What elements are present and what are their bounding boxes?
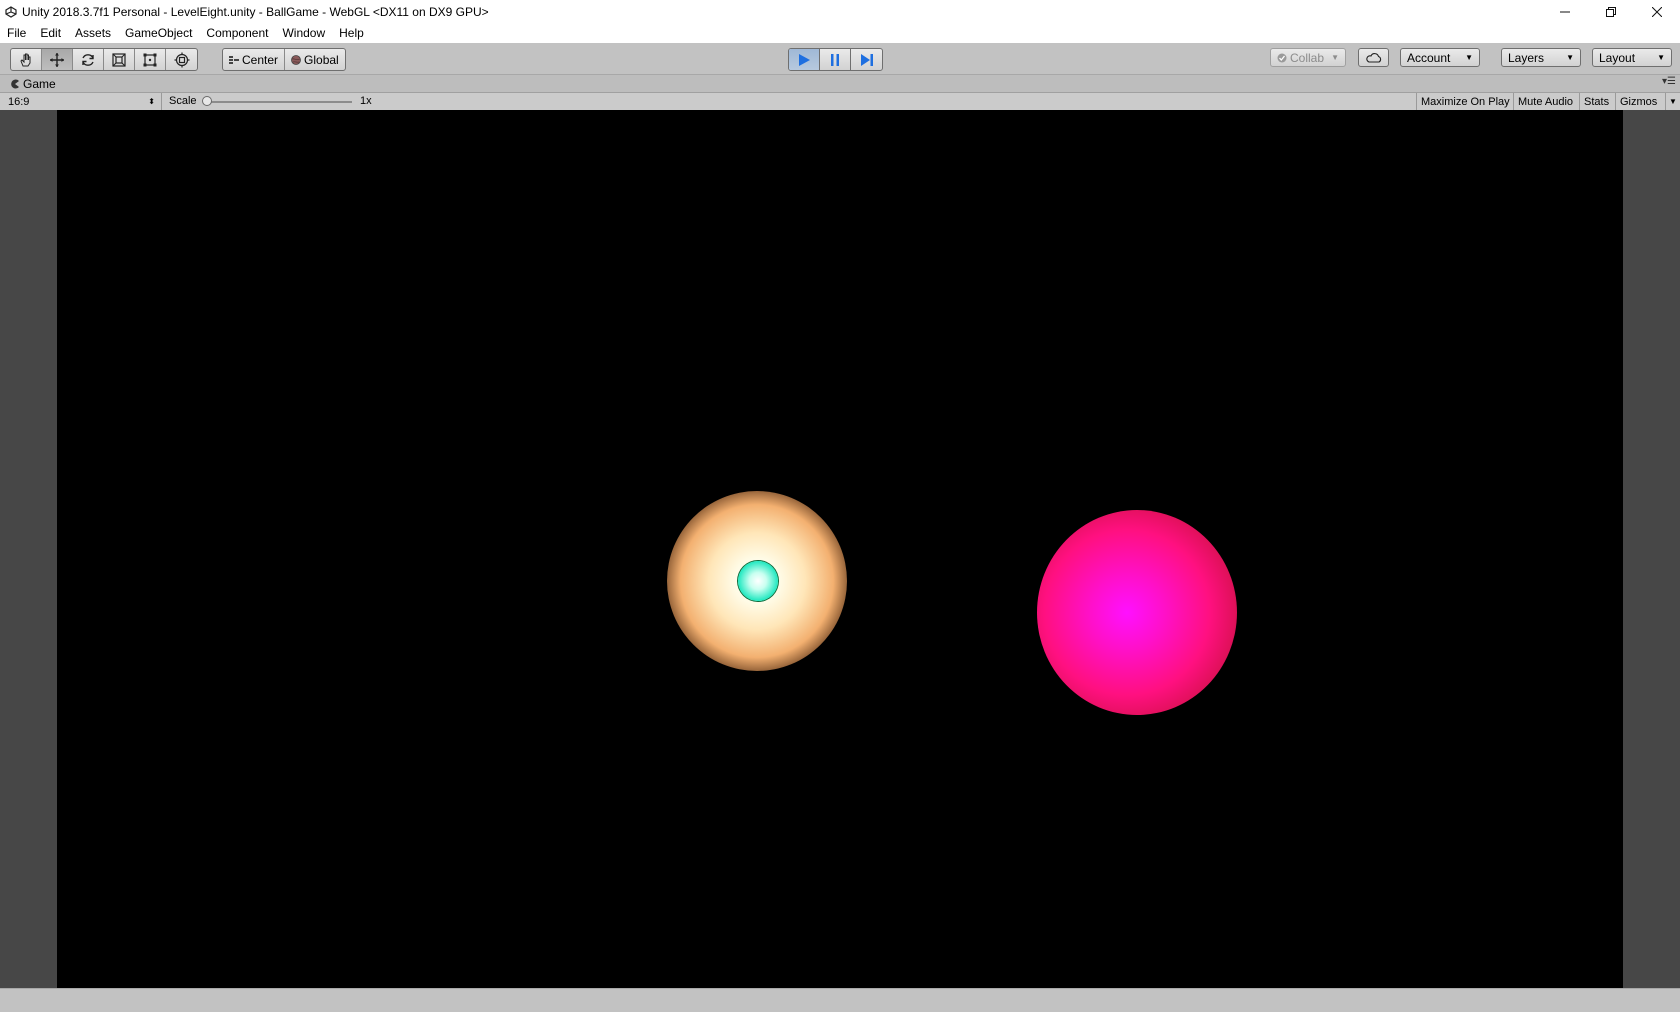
move-icon [50, 52, 64, 67]
pivot-space-button[interactable]: Global [285, 49, 345, 70]
mute-audio-toggle[interactable]: Mute Audio [1513, 93, 1579, 110]
collab-dropdown[interactable]: Collab ▼ [1270, 48, 1346, 67]
window-controls [1542, 0, 1680, 23]
unity-logo-icon [4, 5, 18, 19]
collab-label: Collab [1290, 50, 1325, 65]
pause-icon [831, 53, 839, 66]
play-controls [788, 48, 883, 71]
cloud-button[interactable] [1358, 48, 1389, 67]
stats-toggle[interactable]: Stats [1579, 93, 1615, 110]
pause-button[interactable] [820, 49, 851, 70]
chevron-down-icon: ▼ [1657, 53, 1665, 62]
scale-icon [112, 52, 126, 67]
game-view-toolbar: 16:9 ⬍ Scale 1x Maximize On Play Mute Au… [0, 92, 1680, 111]
chevron-down-icon: ▼ [1465, 53, 1473, 62]
scale-label: Scale [169, 95, 197, 107]
globe-icon [291, 54, 301, 65]
scale-slider-thumb[interactable] [202, 96, 212, 106]
scale-tool-button[interactable] [104, 49, 135, 70]
mute-audio-label: Mute Audio [1518, 95, 1574, 108]
chevron-down-icon: ▼ [1566, 53, 1574, 62]
window-title: Unity 2018.3.7f1 Personal - LevelEight.u… [22, 4, 489, 19]
game-render-area[interactable] [57, 110, 1623, 988]
rotate-icon [82, 53, 94, 66]
stats-label: Stats [1584, 95, 1610, 108]
account-label: Account [1407, 50, 1451, 65]
menu-bar: File Edit Assets GameObject Component Wi… [0, 23, 1680, 43]
move-tool-button[interactable] [42, 49, 73, 70]
layout-label: Layout [1599, 50, 1636, 65]
gizmos-label: Gizmos [1620, 95, 1658, 108]
chevron-updown-icon: ⬍ [148, 97, 155, 106]
player-ball [738, 561, 778, 601]
account-dropdown[interactable]: Account ▼ [1400, 48, 1480, 67]
scale-value: 1x [360, 95, 372, 107]
game-viewport[interactable] [0, 110, 1680, 988]
pacman-icon [11, 79, 19, 89]
restore-button[interactable] [1588, 0, 1634, 23]
transform-tool-button[interactable] [166, 49, 197, 70]
play-button[interactable] [789, 49, 820, 70]
tab-menu-icon[interactable]: ▾☰ [1662, 76, 1676, 87]
pivot-mode-label: Center [242, 52, 279, 67]
close-button[interactable] [1634, 0, 1680, 23]
pivot-toggles: Center Global [222, 48, 346, 71]
step-button[interactable] [851, 49, 882, 70]
layers-dropdown[interactable]: Layers ▼ [1501, 48, 1581, 67]
hand-icon [20, 53, 31, 66]
status-bar [0, 988, 1680, 1012]
pivot-mode-button[interactable]: Center [223, 49, 286, 70]
aspect-ratio-dropdown[interactable]: 16:9 ⬍ [4, 93, 162, 110]
play-icon [799, 53, 810, 66]
hand-tool-button[interactable] [11, 49, 42, 70]
menu-window[interactable]: Window [275, 26, 332, 40]
step-icon [860, 53, 873, 66]
gizmos-toggle[interactable]: Gizmos [1615, 93, 1665, 110]
layout-dropdown[interactable]: Layout ▼ [1592, 48, 1672, 67]
transform-icon [174, 52, 189, 67]
chevron-down-icon: ▼ [1669, 97, 1677, 106]
check-icon [1277, 53, 1287, 62]
rotate-tool-button[interactable] [73, 49, 104, 70]
center-pivot-icon [229, 55, 239, 64]
gizmos-dropdown[interactable]: ▼ [1665, 93, 1680, 110]
menu-edit[interactable]: Edit [33, 26, 68, 40]
main-toolbar: Center Global Collab ▼ Account ▼ Layers … [0, 43, 1680, 75]
aspect-ratio-label: 16:9 [8, 95, 30, 108]
restore-icon [1606, 6, 1616, 17]
game-tab-bar: Game ▾☰ [0, 75, 1680, 92]
transform-tools [10, 48, 198, 71]
cloud-icon [1365, 52, 1381, 63]
minimize-icon [1560, 11, 1570, 12]
pivot-space-label: Global [304, 52, 339, 67]
pink-ball [1037, 510, 1237, 715]
window-titlebar: Unity 2018.3.7f1 Personal - LevelEight.u… [0, 0, 1680, 23]
menu-file[interactable]: File [0, 26, 33, 40]
menu-component[interactable]: Component [199, 26, 275, 40]
minimize-button[interactable] [1542, 0, 1588, 23]
layers-label: Layers [1508, 50, 1545, 65]
scale-slider-track[interactable] [206, 101, 352, 103]
rect-icon [143, 53, 157, 66]
chevron-down-icon: ▼ [1331, 53, 1339, 62]
menu-gameobject[interactable]: GameObject [118, 26, 199, 40]
tab-game-label: Game [23, 77, 56, 91]
menu-help[interactable]: Help [332, 26, 371, 40]
rect-tool-button[interactable] [135, 49, 166, 70]
maximize-on-play-toggle[interactable]: Maximize On Play [1416, 93, 1513, 110]
menu-assets[interactable]: Assets [68, 26, 118, 40]
tab-game[interactable]: Game [6, 76, 60, 92]
close-icon [1652, 6, 1662, 17]
maximize-on-play-label: Maximize On Play [1421, 95, 1510, 108]
